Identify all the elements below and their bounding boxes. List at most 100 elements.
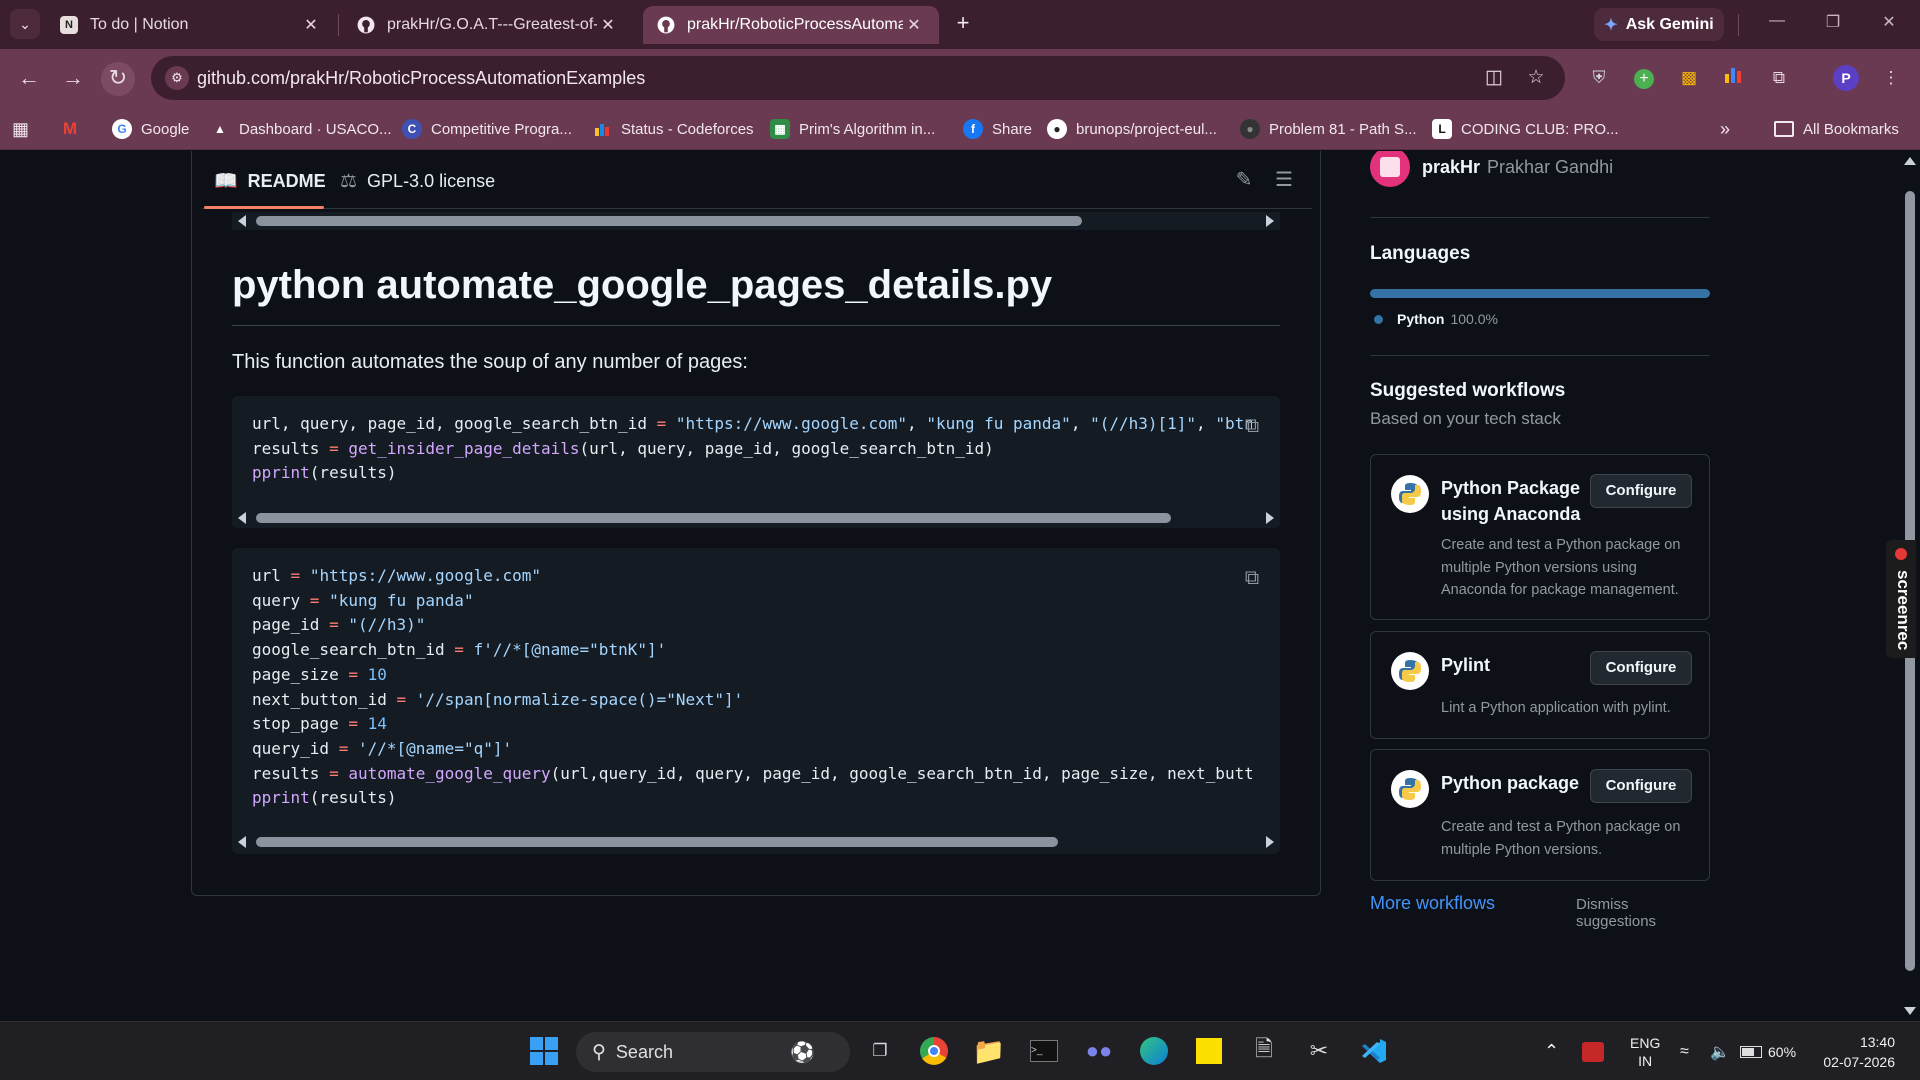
volume-icon[interactable]: 🔈 — [1710, 1022, 1730, 1080]
more-bookmarks-chevron-icon[interactable]: » — [1720, 116, 1730, 142]
configure-button[interactable]: Configure — [1590, 651, 1692, 685]
site-info-icon[interactable]: ⚙ — [165, 66, 189, 90]
bookmark-prims[interactable]: ▦ Prim's Algorithm in... — [770, 116, 935, 142]
code-block-1-content[interactable]: url, query, page_id, google_search_btn_i… — [252, 412, 1252, 486]
reload-icon[interactable]: ↻ — [101, 62, 135, 96]
scroll-left-icon[interactable] — [238, 836, 246, 848]
contributor-username[interactable]: prakHr — [1422, 157, 1480, 178]
clock[interactable]: 13:40 02-07-2026 — [1815, 1022, 1895, 1080]
scroll-right-icon[interactable] — [1266, 215, 1274, 227]
contributor[interactable]: prakHr Prakhar Gandhi — [1370, 151, 1613, 187]
restore-icon[interactable]: ❐ — [1818, 12, 1848, 36]
wifi-icon[interactable]: ≈ — [1680, 1022, 1689, 1080]
avatar[interactable] — [1370, 151, 1410, 187]
battery-indicator[interactable]: 60% — [1740, 1022, 1796, 1080]
horizontal-scrollbar[interactable] — [232, 833, 1280, 851]
back-arrow-icon[interactable]: ← — [12, 62, 46, 96]
green-extension-icon[interactable]: + — [1631, 65, 1657, 91]
taskbar-search-label: Search — [615, 1041, 673, 1062]
horizontal-scrollbar[interactable] — [232, 212, 1280, 230]
bookmark-google[interactable]: G Google — [112, 116, 189, 142]
all-bookmarks-button[interactable]: All Bookmarks — [1774, 116, 1899, 142]
scrollbar-thumb[interactable] — [256, 513, 1171, 523]
multicolor-extension-icon[interactable]: ▩ — [1676, 65, 1702, 91]
terminal-icon[interactable]: >_ — [1028, 1035, 1060, 1067]
edge-icon[interactable] — [1138, 1035, 1170, 1067]
show-hidden-icons-chevron-icon[interactable]: ⌃ — [1544, 1022, 1559, 1080]
workflow-card: Pylint Configure Lint a Python applicati… — [1370, 631, 1710, 739]
bookmark-star-icon[interactable]: ☆ — [1524, 67, 1548, 91]
apps-grid-icon[interactable]: ▦ — [12, 116, 29, 142]
teams-icon[interactable]: ●● — [1083, 1035, 1115, 1067]
install-app-icon[interactable]: ◫ — [1482, 67, 1506, 91]
input-language-indicator[interactable]: ENG IN — [1630, 1022, 1660, 1080]
tab-license[interactable]: ⚖ GPL-3.0 license — [340, 159, 495, 203]
configure-button[interactable]: Configure — [1590, 769, 1692, 803]
scroll-left-icon[interactable] — [238, 512, 246, 524]
notepad-icon[interactable]: 🗎 — [1248, 1035, 1280, 1067]
close-tab-icon[interactable]: ✕ — [903, 15, 925, 35]
python-logo-icon — [1391, 652, 1429, 690]
bookmark-usaco[interactable]: ▲ Dashboard · USACO... — [210, 116, 392, 142]
tab-search-button[interactable]: ⌄ — [10, 9, 40, 39]
language-python[interactable]: Python 100.0% — [1374, 311, 1498, 327]
more-workflows-link[interactable]: More workflows — [1370, 893, 1495, 914]
languages-heading: Languages — [1370, 243, 1471, 264]
tab-title: To do | Notion — [90, 16, 189, 33]
taskbar-search[interactable]: ⚲ Search ⚽ — [576, 1032, 850, 1072]
code-block-2-content[interactable]: url = "https://www.google.com" query = "… — [252, 564, 1252, 811]
minimize-icon[interactable]: — — [1762, 12, 1792, 36]
bookmark-codeforces[interactable]: Status - Codeforces — [592, 116, 754, 142]
ask-gemini-button[interactable]: ✦ Ask Gemini — [1594, 8, 1724, 41]
url-text[interactable]: github.com/prakHr/RoboticProcessAutomati… — [197, 68, 645, 89]
bookmark-project-euler[interactable]: ● brunops/project-eul... — [1047, 116, 1217, 142]
copy-code-icon[interactable]: ⧉ — [1237, 564, 1267, 594]
screenrec-widget[interactable]: screenrec — [1886, 540, 1916, 658]
dismiss-suggestions-button[interactable]: Dismiss suggestions — [1576, 896, 1712, 930]
new-tab-button[interactable]: + — [950, 11, 976, 37]
chart-extension-icon[interactable] — [1720, 65, 1746, 91]
profile-avatar[interactable]: P — [1833, 65, 1859, 91]
tab-notion[interactable]: N To do | Notion ✕ — [46, 6, 336, 44]
bookmark-competitive-programming[interactable]: C Competitive Progra... — [402, 116, 572, 142]
tab-goat-repo[interactable]: prakHr/G.O.A.T---Greatest-of-a ✕ — [343, 6, 633, 44]
task-view-icon[interactable]: ❐ — [864, 1035, 896, 1067]
vscode-icon[interactable] — [1358, 1035, 1390, 1067]
scrollbar-thumb[interactable] — [256, 837, 1058, 847]
bookmark-share[interactable]: f Share — [963, 116, 1032, 142]
horizontal-scrollbar[interactable] — [232, 509, 1280, 527]
bookmark-problem-81[interactable]: ● Problem 81 - Path S... — [1240, 116, 1417, 142]
scroll-down-icon[interactable] — [1904, 1007, 1916, 1015]
close-tab-icon[interactable]: ✕ — [300, 15, 322, 35]
bookmark-coding-club[interactable]: L CODING CLUB: PRO... — [1432, 116, 1619, 142]
scroll-right-icon[interactable] — [1266, 836, 1274, 848]
bookmark-gmail[interactable]: M — [60, 116, 89, 142]
address-bar[interactable]: ⚙ github.com/prakHr/RoboticProcessAutoma… — [151, 56, 1565, 100]
window-close-icon[interactable]: ✕ — [1874, 12, 1904, 36]
scroll-left-icon[interactable] — [238, 215, 246, 227]
file-explorer-icon[interactable]: 📁 — [973, 1035, 1005, 1067]
code-line: stop_page = 14 — [252, 714, 387, 734]
edit-pencil-icon[interactable]: ✎ — [1231, 167, 1257, 193]
snipping-tool-icon[interactable]: ✂ — [1303, 1035, 1335, 1067]
chrome-icon[interactable] — [918, 1035, 950, 1067]
tab-readme[interactable]: 📖 README — [214, 159, 326, 203]
forward-arrow-icon[interactable]: → — [56, 62, 90, 96]
tab-rpa-repo[interactable]: prakHr/RoboticProcessAutomat ✕ — [643, 6, 939, 44]
scrollbar-thumb[interactable] — [256, 216, 1082, 226]
bookmark-label: Problem 81 - Path S... — [1269, 120, 1417, 138]
close-tab-icon[interactable]: ✕ — [597, 15, 619, 35]
tray-app-icon[interactable] — [1582, 1022, 1604, 1080]
shield-extension-icon[interactable]: ⛨ — [1586, 65, 1612, 91]
scroll-right-icon[interactable] — [1266, 512, 1274, 524]
scroll-up-icon[interactable] — [1904, 157, 1916, 165]
sticky-notes-icon[interactable] — [1193, 1035, 1225, 1067]
windows-start-icon[interactable] — [528, 1035, 560, 1067]
menu-kebab-icon[interactable]: ⋮ — [1878, 65, 1904, 91]
extensions-puzzle-icon[interactable]: ⧉ — [1766, 65, 1792, 91]
sidebar-divider — [1370, 217, 1710, 218]
tab-title: prakHr/RoboticProcessAutomat — [687, 16, 903, 33]
configure-button[interactable]: Configure — [1590, 474, 1692, 508]
copy-code-icon[interactable]: ⧉ — [1237, 412, 1267, 442]
outline-list-icon[interactable]: ☰ — [1271, 167, 1297, 193]
